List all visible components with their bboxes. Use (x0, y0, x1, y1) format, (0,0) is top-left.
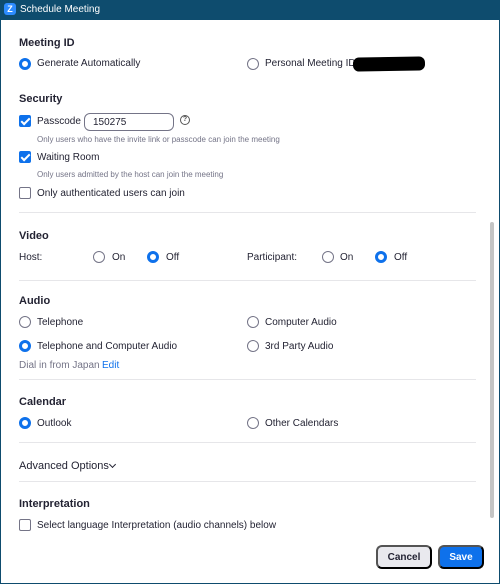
telephone-radio[interactable] (19, 316, 31, 328)
divider (19, 481, 476, 482)
participant-video-off-radio[interactable] (375, 251, 387, 263)
participant-video-on-label[interactable]: On (340, 252, 353, 263)
telephone-and-computer-audio-label[interactable]: Telephone and Computer Audio (37, 341, 177, 352)
help-icon[interactable]: ? (180, 115, 190, 125)
telephone-label[interactable]: Telephone (37, 317, 83, 328)
audio-heading: Audio (19, 295, 51, 307)
computer-audio-radio[interactable] (247, 316, 259, 328)
participant-video-on-radio[interactable] (322, 251, 334, 263)
waiting-room-label[interactable]: Waiting Room (37, 152, 99, 163)
computer-audio-label[interactable]: Computer Audio (265, 317, 337, 328)
authenticated-users-checkbox[interactable] (19, 187, 31, 199)
third-party-audio-radio[interactable] (247, 340, 259, 352)
divider (19, 280, 476, 281)
divider (19, 442, 476, 443)
other-calendars-label[interactable]: Other Calendars (265, 418, 338, 429)
dial-in-edit-link[interactable]: Edit (102, 360, 119, 371)
passcode-hint: Only users who have the invite link or p… (37, 135, 280, 144)
cancel-button[interactable]: Cancel (376, 545, 432, 569)
generate-automatically-label[interactable]: Generate Automatically (37, 58, 140, 69)
host-video-off-radio[interactable] (147, 251, 159, 263)
host-video-on-label[interactable]: On (112, 252, 125, 263)
personal-meeting-id-radio[interactable] (247, 58, 259, 70)
outlook-radio[interactable] (19, 417, 31, 429)
waiting-room-checkbox[interactable] (19, 151, 31, 163)
interpretation-checkbox[interactable] (19, 519, 31, 531)
video-heading: Video (19, 230, 49, 242)
passcode-input[interactable] (84, 113, 174, 131)
interpretation-heading: Interpretation (19, 498, 90, 510)
host-video-off-label[interactable]: Off (166, 252, 179, 263)
authenticated-users-label[interactable]: Only authenticated users can join (37, 188, 185, 199)
security-heading: Security (19, 93, 63, 105)
participant-video-off-label[interactable]: Off (394, 252, 407, 263)
advanced-options-toggle[interactable]: Advanced Options (19, 460, 109, 472)
host-video-on-radio[interactable] (93, 251, 105, 263)
other-calendars-radio[interactable] (247, 417, 259, 429)
save-button[interactable]: Save (438, 545, 484, 569)
interpretation-label[interactable]: Select language Interpretation (audio ch… (37, 520, 276, 531)
redacted-meeting-id (352, 56, 426, 72)
outlook-label[interactable]: Outlook (37, 418, 71, 429)
passcode-label[interactable]: Passcode (37, 116, 81, 127)
title-bar: Z Schedule Meeting (0, 0, 500, 20)
divider (19, 212, 476, 213)
personal-meeting-id-label[interactable]: Personal Meeting ID (265, 58, 356, 69)
window-title: Schedule Meeting (20, 4, 101, 15)
telephone-and-computer-audio-radio[interactable] (19, 340, 31, 352)
generate-automatically-radio[interactable] (19, 58, 31, 70)
participant-label: Participant: (247, 252, 298, 263)
dial-in-country-label: Dial in from Japan (19, 360, 100, 371)
meeting-id-heading: Meeting ID (19, 37, 75, 49)
passcode-checkbox[interactable] (19, 115, 31, 127)
host-label: Host: (19, 252, 43, 263)
scrollbar-thumb[interactable] (490, 222, 494, 518)
waiting-room-hint: Only users admitted by the host can join… (37, 170, 224, 179)
third-party-audio-label[interactable]: 3rd Party Audio (265, 341, 333, 352)
divider (19, 379, 476, 380)
zoom-app-icon: Z (4, 3, 16, 15)
calendar-heading: Calendar (19, 396, 67, 408)
